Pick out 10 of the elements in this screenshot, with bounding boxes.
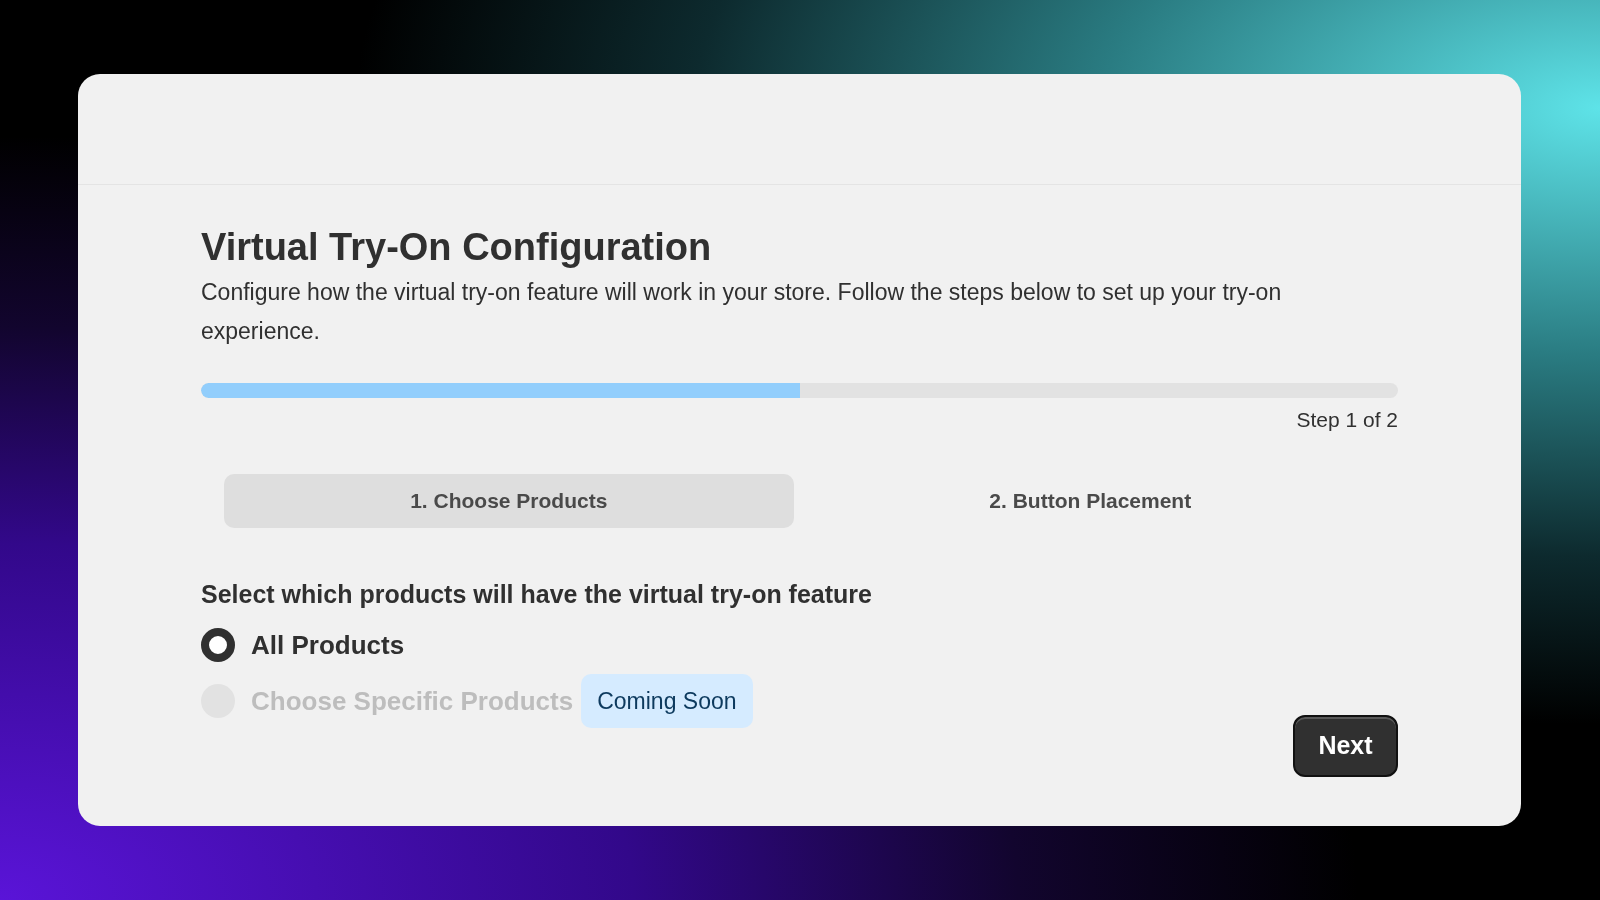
question-text: Select which products will have the virtual try-on feature (201, 578, 873, 610)
radio-button[interactable] (201, 628, 235, 662)
next-button[interactable]: Next (1293, 715, 1398, 777)
page-title: Virtual Try-On Configuration (201, 225, 713, 270)
status-badge: Coming Soon (581, 674, 753, 728)
step-tab[interactable]: 1. Choose Products (224, 473, 794, 528)
step-tab[interactable]: 2. Button Placement (805, 473, 1375, 528)
step-label: Step 1 of 2 (1296, 407, 1398, 433)
option-label: All Products (251, 628, 405, 662)
description-text: Configure how the virtual try-on feature will work in your store. Follow the steps below to set up your try-on experience. (201, 278, 1283, 346)
